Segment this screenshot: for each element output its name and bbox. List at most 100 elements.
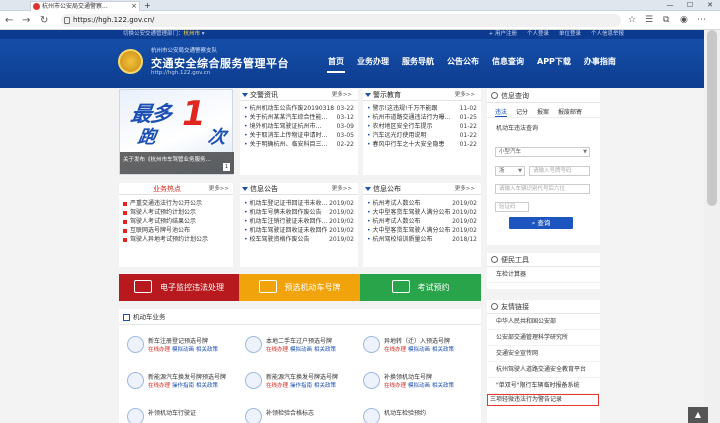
nav-info-query[interactable]: 信息查询: [491, 56, 525, 73]
publish-more-link[interactable]: 更多>>: [455, 183, 475, 195]
friend-link[interactable]: 交通安全宣传网: [487, 346, 600, 362]
biz-item[interactable]: 补领机动车行驶证: [123, 405, 238, 423]
biz-item[interactable]: 补领检验合格标志: [241, 405, 356, 423]
notice-item[interactable]: 校车驾驶资格作废公告2019/02: [240, 235, 358, 244]
promo-banner[interactable]: 最多 跑 1 次 关于发布《杭州市车驾管业务服务... 1: [119, 89, 234, 175]
register-link[interactable]: + 用户注册: [489, 30, 517, 39]
edu-more-link[interactable]: 更多>>: [455, 89, 475, 101]
province-select[interactable]: 浙 ▼: [495, 166, 525, 176]
publish-item[interactable]: 大中型客货车驾驶人满分公布2019/02: [363, 208, 481, 217]
notice-item[interactable]: 机动车注销行驶证未收回作...2019/02: [240, 217, 358, 226]
edu-item[interactable]: 农村地区安全行车提示01-22: [363, 122, 481, 131]
captcha-input[interactable]: 验证码: [495, 202, 529, 212]
friend-link[interactable]: 杭州驾驶人道路交通安全教育平台: [487, 362, 600, 378]
notice-more-link[interactable]: 更多>>: [332, 183, 352, 195]
banner-page-indicator[interactable]: 1: [222, 163, 230, 171]
biz-item[interactable]: 补换领机动车号牌 在线办理 模拟动画 相关政策: [359, 369, 474, 396]
ev-plate-icon: [127, 372, 144, 389]
more-menu-icon[interactable]: ⋯: [697, 14, 706, 27]
tab-points[interactable]: 记分: [516, 107, 528, 117]
news-item[interactable]: 关于明确杭州、临安科目三...02-22: [240, 140, 358, 149]
hot-item[interactable]: 驾驶人考试预约结果公示: [119, 217, 233, 226]
current-city[interactable]: 杭州市: [184, 31, 201, 37]
notice-item[interactable]: 机动车登记证书回证书未收...2019/02: [240, 199, 358, 208]
hot-more-link[interactable]: 更多>>: [209, 183, 229, 195]
notice-item[interactable]: 机动车号牌未收回作废公告2019/02: [240, 208, 358, 217]
refresh-icon[interactable]: ↻: [40, 13, 48, 28]
news-item[interactable]: 关于杭州某某汽车综合性能...03-12: [240, 113, 358, 122]
edu-item[interactable]: 汽车远光灯使用说明01-22: [363, 131, 481, 140]
scrollbar-thumb[interactable]: [707, 30, 717, 206]
publish-item[interactable]: 杭州考试人数公布2019/02: [363, 199, 481, 208]
tab-violation[interactable]: 违法: [495, 107, 508, 117]
publish-item[interactable]: 杭州考试人数公布2019/02: [363, 217, 481, 226]
notice-item[interactable]: 机动车驾驶证回收证未收回作...2019/02: [240, 226, 358, 235]
biz-item[interactable]: 机动车检验预约: [359, 405, 474, 423]
nav-announcements[interactable]: 公告公布: [446, 56, 480, 73]
maximize-button[interactable]: ☐: [680, 0, 700, 11]
warning-record-link[interactable]: 三项轻微违法行为警告记录: [487, 394, 599, 406]
tools-title: 便民工具: [501, 256, 529, 264]
back-icon[interactable]: ←: [5, 13, 13, 28]
vehicle-business-title: 机动车业务: [119, 309, 481, 325]
plate-preselect-strip[interactable]: 预选机动车号牌: [239, 274, 360, 301]
exam-booking-strip[interactable]: 考试预约: [360, 274, 481, 301]
biz-item[interactable]: 本地二手车过户预选号牌 在线办理 模拟动画 相关政策: [241, 333, 356, 360]
close-window-button[interactable]: ✕: [700, 0, 720, 11]
news-item[interactable]: 境外机动车驾驶证杭州市...03-09: [240, 122, 358, 131]
biz-item[interactable]: 新能源汽车换发号牌预选号牌 在线办理 操作指南 相关政策: [123, 369, 238, 396]
car-inspection-calculator-link[interactable]: 车检计算器: [487, 267, 600, 283]
report-link[interactable]: 个人信息举报: [591, 30, 624, 39]
friend-link[interactable]: "单双号"限行车辆临时报备系统: [487, 378, 600, 394]
vehicle-type-select[interactable]: 小型汽车 ▼: [495, 147, 590, 157]
tab-report[interactable]: 报案: [537, 107, 549, 117]
electronic-monitoring-strip[interactable]: 电子监控违法处理: [119, 274, 239, 301]
hot-item[interactable]: 互联网选号牌号池公布: [119, 226, 233, 235]
favorites-list-icon[interactable]: ☰: [645, 14, 653, 27]
news-item[interactable]: 杭州机动车公告作废2019031803-22: [240, 104, 358, 113]
profile-icon[interactable]: ◉: [680, 14, 688, 27]
hot-item[interactable]: 驾驶人异地考试预约计划公示: [119, 235, 233, 244]
banner-caption[interactable]: 关于发布《杭州市车驾管业务服务... 1: [120, 152, 234, 174]
tab-scrap-mail[interactable]: 报废邮寄: [558, 107, 582, 117]
new-tab-button[interactable]: +: [144, 1, 151, 10]
nav-service-guide[interactable]: 服务导航: [401, 56, 435, 73]
edu-item[interactable]: 春风中行车之十大安全隐患01-22: [363, 140, 481, 149]
edu-item[interactable]: 杭州市道路交通违法行为曝...01-25: [363, 113, 481, 122]
favorite-star-icon[interactable]: ☆: [628, 14, 636, 27]
plate-number-input[interactable]: 请输入号牌号码: [529, 166, 590, 176]
browser-tab[interactable]: 杭州市公安局交通警察... ×: [30, 1, 140, 11]
info-query-panel: 信息查询 违法 记分 报案 报废邮寄 机动车违法查询 小型汽车 ▼ 浙 ▼ 请输入号…: [487, 89, 600, 245]
banner-text-times: 次: [206, 127, 228, 148]
biz-item[interactable]: 新能源汽车换发号牌选号牌 在线办理 操作指南 相关政策: [241, 369, 356, 396]
back-to-top-button[interactable]: ▲: [688, 407, 708, 423]
department-switch[interactable]: 切换公安交通管理部门：杭州市 ▾: [123, 30, 205, 39]
publish-item[interactable]: 大中型客货车驾驶人满分公布2019/02: [363, 226, 481, 235]
forward-icon[interactable]: →: [22, 13, 30, 28]
links-title: 友情链接: [501, 303, 529, 311]
personal-login-link[interactable]: 个人登录: [527, 30, 549, 39]
company-login-link[interactable]: 单位登录: [559, 30, 581, 39]
vin-input[interactable]: 请输入车辆识别代号后六位: [495, 184, 590, 194]
biz-item[interactable]: 异地转（迁）入预选号牌 在线办理 模拟动画 相关政策: [359, 333, 474, 360]
url-input[interactable]: https://hgh.122.gov.cn/: [61, 14, 621, 27]
close-tab-icon[interactable]: ×: [131, 2, 137, 11]
nav-guide[interactable]: 办事指南: [583, 56, 617, 73]
news-more-link[interactable]: 更多>>: [332, 89, 352, 101]
minimize-button[interactable]: —: [660, 0, 680, 11]
friend-link[interactable]: 公安部交通管理科学研究所: [487, 330, 600, 346]
query-button[interactable]: ⌕ 查询: [509, 217, 573, 229]
nav-home[interactable]: 首页: [327, 56, 345, 73]
hot-item[interactable]: 严重交通违法行为公开公示: [119, 199, 233, 208]
friend-link[interactable]: 中华人民共和国公安部: [487, 314, 600, 330]
biz-item[interactable]: 新车注册登记预选号牌 在线办理 模拟动画 相关政策: [123, 333, 238, 360]
section-marker-icon: [365, 187, 371, 191]
nav-app-download[interactable]: APP下载: [536, 56, 572, 73]
hot-item[interactable]: 驾驶人考试预约计划公示: [119, 208, 233, 217]
edu-item[interactable]: 警示!这违规!千万不能跟11-02: [363, 104, 481, 113]
page-scrollbar[interactable]: [704, 30, 720, 423]
collections-icon[interactable]: ⧉: [663, 14, 669, 27]
nav-business[interactable]: 业务办理: [356, 56, 390, 73]
news-item[interactable]: 关于取消车上传物证申请时...03-05: [240, 131, 358, 140]
publish-item[interactable]: 杭州驾校培训质量公布2018/12: [363, 235, 481, 244]
